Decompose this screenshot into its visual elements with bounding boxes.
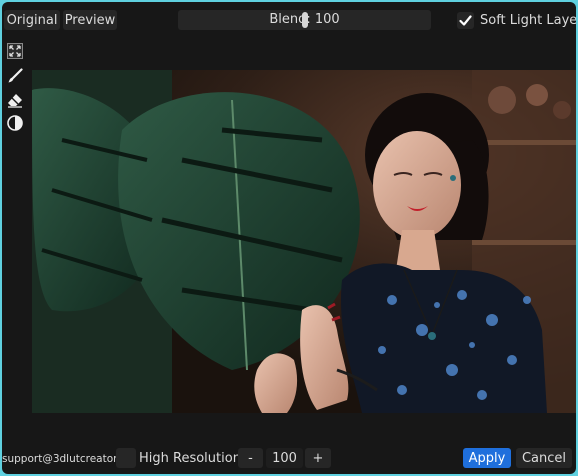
resolution-plus-button[interactable]: + [305, 448, 331, 468]
soft-light-label: Soft Light Layer [480, 13, 576, 28]
high-resolution-checkbox[interactable] [116, 448, 136, 468]
high-resolution-label: High Resolution [139, 451, 241, 466]
apply-button[interactable]: Apply [463, 448, 511, 468]
resolution-value-field[interactable]: 100 [266, 448, 303, 468]
cancel-button[interactable]: Cancel [516, 448, 572, 468]
original-button[interactable]: Original [4, 10, 60, 30]
editor-window: Original Preview Blend: 100 Soft Light L… [2, 2, 576, 474]
preview-button[interactable]: Preview [63, 10, 117, 30]
portrait-photo[interactable] [32, 70, 576, 413]
checkmark-icon [459, 15, 472, 26]
resolution-minus-button[interactable]: - [238, 448, 263, 468]
blend-slider[interactable]: Blend: 100 [178, 10, 431, 30]
contrast-icon[interactable] [6, 114, 24, 132]
fullscreen-icon[interactable] [6, 42, 24, 60]
blend-slider-handle[interactable] [302, 12, 308, 28]
brush-icon[interactable] [6, 67, 24, 85]
soft-light-checkbox[interactable] [457, 12, 474, 29]
eraser-icon[interactable] [6, 91, 24, 109]
support-email[interactable]: support@3dlutcreator.ru [2, 452, 131, 466]
